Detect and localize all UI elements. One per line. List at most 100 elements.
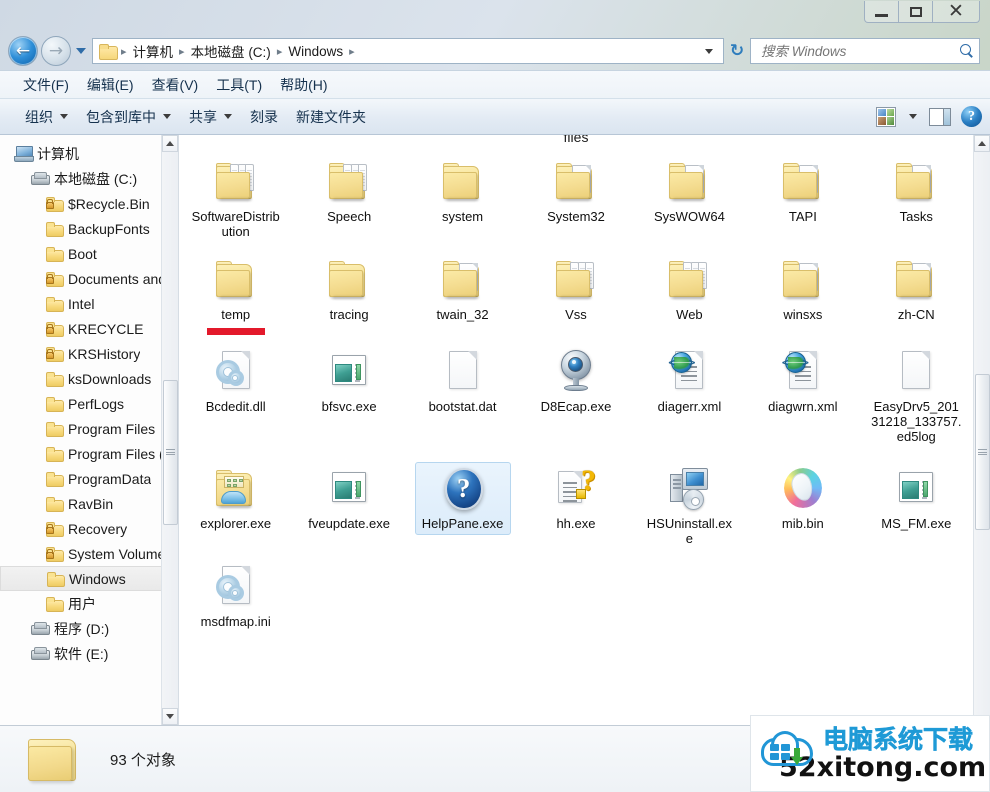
file-item[interactable]: msdfmap.ini (188, 560, 284, 633)
sidebar-item-documents-and[interactable]: Documents and (0, 266, 178, 291)
file-item[interactable]: temp (188, 253, 284, 326)
file-item[interactable]: SysWOW64 (641, 155, 737, 228)
close-button[interactable]: ✕ (933, 1, 979, 22)
scroll-down-button[interactable] (162, 708, 178, 725)
file-item[interactable]: twain_32 (415, 253, 511, 326)
folder-icon (212, 256, 260, 304)
scroll-up-button[interactable] (974, 135, 990, 152)
file-item-label: bootstat.dat (428, 399, 497, 414)
file-grid-empty (746, 552, 859, 633)
file-item-label: tracing (329, 307, 369, 322)
sidebar-item-boot[interactable]: Boot (0, 241, 178, 266)
menu-file[interactable]: 文件(F) (14, 72, 78, 98)
file-item[interactable]: winsxs (755, 253, 851, 326)
menu-edit[interactable]: 编辑(E) (78, 72, 143, 98)
file-item[interactable]: system (415, 155, 511, 228)
back-button[interactable]: ← (8, 36, 38, 66)
burn-button[interactable]: 刻录 (241, 103, 287, 131)
breadcrumb-item-local-disk[interactable]: 本地磁盘 (C:) (188, 40, 274, 62)
file-item[interactable]: System32 (528, 155, 624, 228)
file-item[interactable]: < > diagerr.xml (641, 345, 737, 418)
sidebar-item-perflogs[interactable]: PerfLogs (0, 391, 178, 416)
file-list-pane[interactable]: files SoftwareDistribution Speech system Sy… (178, 135, 990, 725)
sidebar-item-计算机[interactable]: 计算机 (0, 141, 178, 166)
help-icon[interactable]: ? (961, 106, 982, 127)
file-item[interactable]: TAPI (755, 155, 851, 228)
sidebar-item-intel[interactable]: Intel (0, 291, 178, 316)
folder-doc-icon (779, 256, 827, 304)
file-item[interactable]: ? hh.exe (528, 462, 624, 535)
sidebar-item-backupfonts[interactable]: BackupFonts (0, 216, 178, 241)
sidebar-item-windows[interactable]: Windows (0, 566, 178, 591)
sidebar-item-ravbin[interactable]: RavBin (0, 491, 178, 516)
preview-pane-icon[interactable] (929, 107, 951, 126)
sidebar-item-软件-e-[interactable]: 软件 (E:) (0, 641, 178, 666)
file-grid-empty (292, 552, 405, 633)
scroll-track[interactable] (974, 152, 990, 708)
explorer-body: 计算机 本地磁盘 (C:) $Recycle.Bin BackupFonts Boot D… (0, 135, 990, 725)
sidebar-item-label: System Volume (68, 545, 166, 562)
maximize-button[interactable] (899, 1, 933, 22)
file-item[interactable]: D8Ecap.exe (528, 345, 624, 418)
breadcrumb-item-computer[interactable]: 计算机 (130, 40, 177, 62)
scroll-thumb[interactable] (975, 374, 990, 531)
file-item[interactable]: explorer.exe (188, 462, 284, 535)
scroll-up-button[interactable] (162, 135, 178, 152)
sidebar-item-krshistory[interactable]: KRSHistory (0, 341, 178, 366)
sidebar-item-用户[interactable]: 用户 (0, 591, 178, 616)
view-options-icon[interactable] (876, 106, 896, 127)
breadcrumb-dropdown-button[interactable] (699, 48, 719, 54)
share-button[interactable]: 共享 (180, 103, 241, 131)
folder-icon (46, 496, 64, 512)
new-folder-button[interactable]: 新建文件夹 (287, 103, 375, 131)
include-in-library-button[interactable]: 包含到库中 (77, 103, 180, 131)
search-box[interactable] (750, 38, 980, 64)
breadcrumb[interactable]: ▸ 计算机 ▸ 本地磁盘 (C:) ▸ Windows ▸ (92, 38, 724, 64)
menu-tools[interactable]: 工具(T) (207, 72, 271, 98)
minimize-button[interactable] (865, 1, 899, 22)
sidebar-item-label: Windows (69, 570, 126, 587)
menu-view[interactable]: 查看(V) (143, 72, 208, 98)
sidebar-item-label: BackupFonts (68, 220, 150, 237)
sidebar-item-system-volume[interactable]: System Volume (0, 541, 178, 566)
file-item[interactable]: Speech (301, 155, 397, 228)
file-item[interactable]: bfsvc.exe (301, 345, 397, 418)
breadcrumb-item-windows[interactable]: Windows (285, 43, 346, 60)
content-scrollbar[interactable] (973, 135, 990, 725)
sidebar-scrollbar[interactable] (161, 135, 178, 725)
file-item[interactable]: ? HelpPane.exe (414, 462, 511, 535)
breadcrumb-separator: ▸ (349, 44, 355, 58)
scroll-thumb[interactable] (163, 379, 178, 525)
file-item[interactable]: mib.bin (755, 462, 851, 535)
scroll-track[interactable] (162, 152, 178, 708)
sidebar-item-krecycle[interactable]: KRECYCLE (0, 316, 178, 341)
file-item[interactable]: SoftwareDistribution (188, 155, 284, 243)
file-item[interactable]: tracing (301, 253, 397, 326)
sidebar-item-recovery[interactable]: Recovery (0, 516, 178, 541)
file-item[interactable]: MS_FM.exe (868, 462, 964, 535)
file-item[interactable]: bootstat.dat (415, 345, 511, 418)
organize-button[interactable]: 组织 (16, 103, 77, 131)
refresh-button[interactable]: ↻ (724, 38, 750, 64)
sidebar-item-programdata[interactable]: ProgramData (0, 466, 178, 491)
search-input[interactable] (759, 42, 955, 60)
file-item[interactable]: fveupdate.exe (301, 462, 397, 535)
file-item[interactable]: < > diagwrn.xml (755, 345, 851, 418)
file-item[interactable]: Web (641, 253, 737, 326)
sidebar-item-program-files-[interactable]: Program Files ( (0, 441, 178, 466)
sidebar-item-程序-d-[interactable]: 程序 (D:) (0, 616, 178, 641)
menu-help[interactable]: 帮助(H) (271, 72, 336, 98)
sidebar-item-ksdownloads[interactable]: ksDownloads (0, 366, 178, 391)
file-item[interactable]: zh-CN (868, 253, 964, 326)
forward-button[interactable]: → (41, 36, 71, 66)
recent-locations-button[interactable] (74, 48, 88, 54)
file-item[interactable]: EasyDrv5_20131218_133757.ed5log (868, 345, 964, 448)
file-item[interactable]: HSUninstall.exe (641, 462, 737, 550)
file-item[interactable]: Tasks (868, 155, 964, 228)
file-item[interactable]: Bcdedit.dll (188, 345, 284, 418)
view-options-dropdown[interactable] (900, 114, 925, 119)
sidebar-item-program-files[interactable]: Program Files (0, 416, 178, 441)
sidebar-item-本地磁盘-c-[interactable]: 本地磁盘 (C:) (0, 166, 178, 191)
sidebar-item--recycle-bin[interactable]: $Recycle.Bin (0, 191, 178, 216)
file-item[interactable]: Vss (528, 253, 624, 326)
